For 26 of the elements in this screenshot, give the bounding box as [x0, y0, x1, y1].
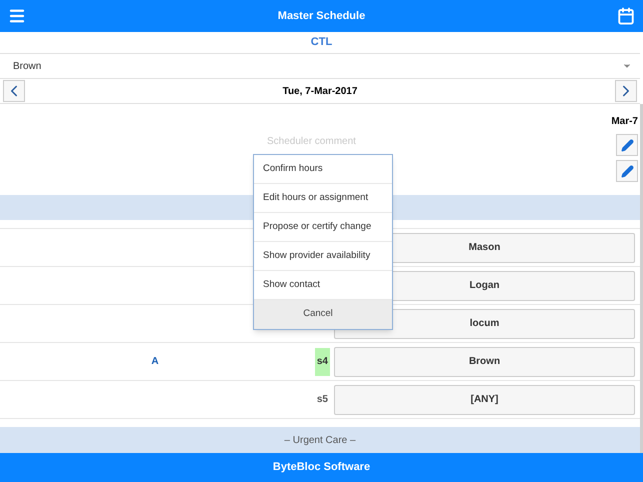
menu-item[interactable]: Show provider availability [254, 242, 392, 271]
pencil-icon [620, 138, 634, 152]
section-header: – Urgent Care – [0, 427, 640, 453]
pencil-icon [620, 164, 634, 178]
edit-button[interactable] [616, 160, 638, 182]
menu-item[interactable]: Confirm hours [254, 155, 392, 184]
slot-label: s4 [314, 348, 330, 376]
team-label: A [151, 355, 159, 369]
scrollbar[interactable] [640, 104, 643, 453]
menu-item[interactable]: Show contact [254, 271, 392, 300]
menu-item[interactable]: Propose or certify change [254, 213, 392, 242]
cancel-button[interactable]: Cancel [254, 300, 392, 329]
calendar-icon [616, 7, 635, 25]
edit-button[interactable] [616, 134, 638, 156]
next-day-button[interactable] [615, 80, 637, 102]
provider-button[interactable]: Brown [334, 346, 635, 376]
date-label: Tue, 7-Mar-2017 [282, 84, 358, 98]
previous-day-button[interactable] [3, 80, 25, 102]
site-label: CTL [310, 35, 332, 50]
menu-icon [8, 7, 26, 25]
provider-button[interactable]: [ANY] [334, 384, 635, 414]
day-label: Mar-7 [611, 115, 638, 129]
menu-item[interactable]: Edit hours or assignment [254, 184, 392, 213]
page-title: Master Schedule [278, 8, 366, 24]
footer-bar: ByteBloc Software [0, 453, 643, 482]
provider-select[interactable]: Brown [0, 53, 640, 79]
